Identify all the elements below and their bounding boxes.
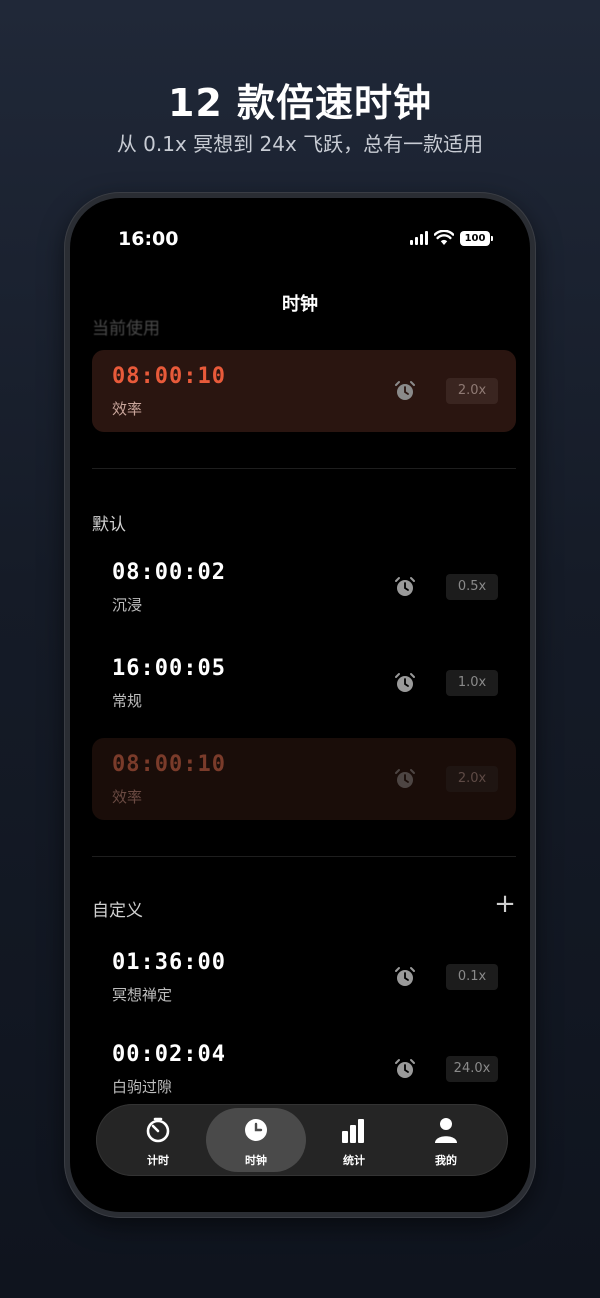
speed-badge[interactable]: 2.0x xyxy=(446,766,498,792)
alarm-clock-icon[interactable] xyxy=(394,768,416,790)
speed-badge[interactable]: 24.0x xyxy=(446,1056,498,1082)
clock-name: 效率 xyxy=(112,788,143,806)
tab-timer[interactable]: 计时 xyxy=(108,1108,208,1172)
nav-title: 时钟 xyxy=(282,294,318,315)
clock-name: 沉浸 xyxy=(112,596,143,614)
alarm-clock-icon[interactable] xyxy=(394,576,416,598)
bar-chart-icon xyxy=(342,1119,364,1143)
subline: 从 0.1x 冥想到 24x 飞跃，总有一款适用 xyxy=(116,132,484,156)
clock-name: 白驹过隙 xyxy=(112,1078,173,1096)
tab-bar: 计时 时钟 统计 我的 xyxy=(96,1104,508,1176)
status-time: 16:00 xyxy=(118,228,179,250)
clock-row[interactable]: 08:00:02 沉浸 0.5x xyxy=(92,546,516,628)
section-label-custom: 自定义 xyxy=(92,901,143,921)
clock-row-current[interactable]: 08:00:10 效率 2.0x xyxy=(92,350,516,432)
phone-screen: 16:00 100 时钟 当前使用 08:00:10 效率 2.0x 默认 08… xyxy=(70,198,530,1212)
tab-stats[interactable]: 统计 xyxy=(304,1108,404,1172)
stopwatch-icon xyxy=(146,1117,170,1143)
clock-row[interactable]: 08:00:10 效率 2.0x xyxy=(92,738,516,820)
tab-label: 统计 xyxy=(343,1154,365,1167)
clock-row[interactable]: 01:36:00 冥想禅定 0.1x xyxy=(92,936,516,1018)
alarm-clock-icon[interactable] xyxy=(394,672,416,694)
clock-row[interactable]: 16:00:05 常规 1.0x xyxy=(92,642,516,724)
clock-time: 08:00:10 xyxy=(112,364,226,389)
tab-label: 时钟 xyxy=(245,1154,267,1167)
alarm-clock-icon[interactable] xyxy=(394,966,416,988)
divider xyxy=(92,856,516,857)
tab-label: 计时 xyxy=(147,1154,169,1167)
clock-time: 01:36:00 xyxy=(112,950,226,975)
clock-name: 常规 xyxy=(112,692,143,710)
clock-row[interactable]: 00:02:04 白驹过隙 24.0x xyxy=(92,1028,516,1110)
person-icon xyxy=(435,1118,457,1143)
tab-clock[interactable]: 时钟 xyxy=(206,1108,306,1172)
clock-time: 16:00:05 xyxy=(112,656,226,681)
battery-icon: 100 xyxy=(460,230,493,246)
speed-badge[interactable]: 1.0x xyxy=(446,670,498,696)
section-label-current: 当前使用 xyxy=(92,319,160,339)
speed-badge[interactable]: 0.1x xyxy=(446,964,498,990)
clock-name: 冥想禅定 xyxy=(112,986,173,1004)
wifi-icon xyxy=(434,230,454,245)
cellular-signal-icon xyxy=(410,231,428,245)
alarm-clock-icon[interactable] xyxy=(394,1058,416,1080)
status-icons: 100 xyxy=(410,228,493,248)
phone-frame: 16:00 100 时钟 当前使用 08:00:10 效率 2.0x 默认 08… xyxy=(64,192,536,1218)
alarm-clock-icon[interactable] xyxy=(394,380,416,402)
clock-time: 00:02:04 xyxy=(112,1042,226,1067)
speed-badge[interactable]: 0.5x xyxy=(446,574,498,600)
section-label-default: 默认 xyxy=(92,515,126,535)
clock-time: 08:00:10 xyxy=(112,752,226,777)
clock-name: 效率 xyxy=(112,400,143,418)
tab-profile[interactable]: 我的 xyxy=(396,1108,496,1172)
speed-badge[interactable]: 2.0x xyxy=(446,378,498,404)
divider xyxy=(92,468,516,469)
clock-time: 08:00:02 xyxy=(112,560,226,585)
tab-label: 我的 xyxy=(435,1154,457,1167)
add-clock-button[interactable]: + xyxy=(494,891,516,917)
headline: 12 款倍速时钟 xyxy=(167,81,433,125)
clock-icon xyxy=(245,1119,267,1141)
